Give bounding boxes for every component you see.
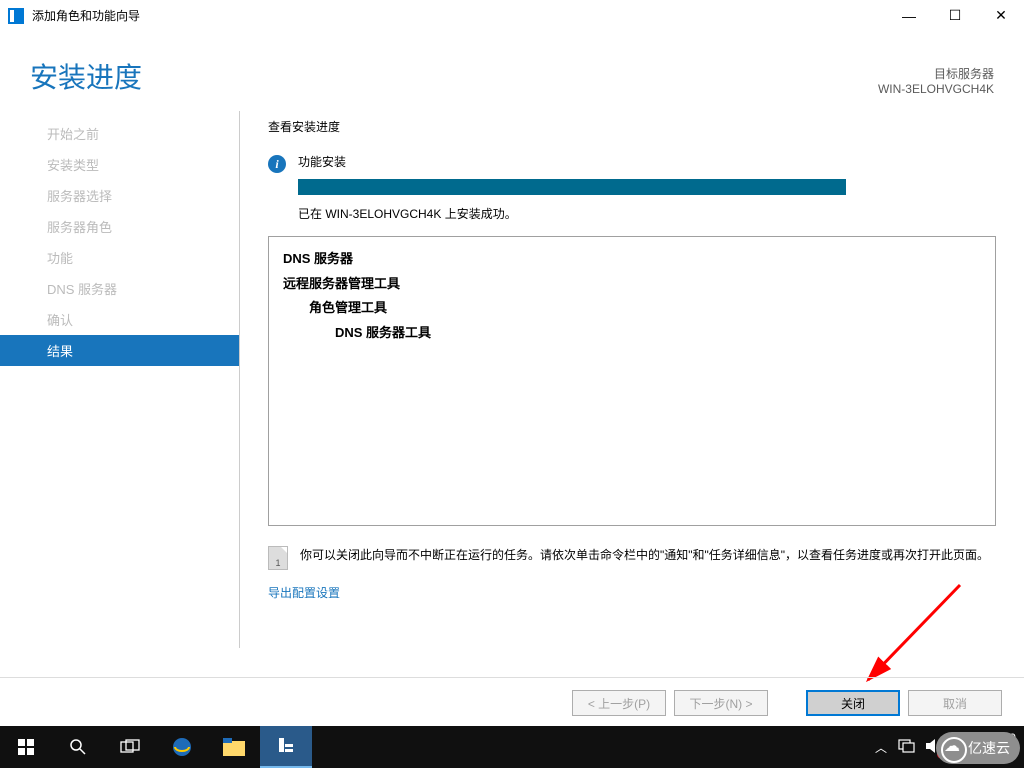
note-text: 你可以关闭此向导而不中断正在运行的任务。请依次单击命令栏中的"通知"和"任务详细… bbox=[300, 546, 989, 570]
window-title: 添加角色和功能向导 bbox=[32, 7, 140, 24]
target-value: WIN-3ELOHVGCH4K bbox=[878, 82, 994, 96]
ie-icon[interactable] bbox=[156, 726, 208, 768]
close-button[interactable]: ✕ bbox=[978, 0, 1024, 32]
close-wizard-button[interactable]: 关闭 bbox=[806, 690, 900, 716]
windows-taskbar[interactable]: ︿ ✕ 中 20:39 2019/ bbox=[0, 726, 1024, 768]
next-button: 下一步(N) > bbox=[674, 690, 768, 716]
network-icon[interactable] bbox=[897, 738, 915, 757]
target-label: 目标服务器 bbox=[878, 65, 994, 82]
maximize-button[interactable]: ☐ bbox=[932, 0, 978, 32]
feature-line: 角色管理工具 bbox=[283, 296, 981, 321]
features-list: DNS 服务器 远程服务器管理工具 角色管理工具 DNS 服务器工具 bbox=[268, 236, 996, 526]
cancel-button: 取消 bbox=[908, 690, 1002, 716]
search-icon[interactable] bbox=[52, 726, 104, 768]
explorer-icon[interactable] bbox=[208, 726, 260, 768]
sidebar-item-features: 功能 bbox=[22, 242, 240, 273]
app-icon bbox=[8, 8, 24, 24]
feature-line: 远程服务器管理工具 bbox=[283, 272, 981, 297]
start-button[interactable] bbox=[0, 726, 52, 768]
export-config-link[interactable]: 导出配置设置 bbox=[268, 584, 340, 601]
progress-bar bbox=[298, 179, 846, 195]
page-title: 安装进度 bbox=[30, 56, 142, 96]
server-manager-icon[interactable] bbox=[260, 726, 312, 768]
sidebar-item-confirm: 确认 bbox=[22, 304, 240, 335]
window-titlebar: 添加角色和功能向导 — ☐ ✕ bbox=[0, 0, 1024, 32]
wizard-content: 查看安装进度 i 功能安装 已在 WIN-3ELOHVGCH4K 上安装成功。 … bbox=[240, 108, 1024, 648]
info-icon: i bbox=[268, 155, 286, 173]
sidebar-item-before: 开始之前 bbox=[22, 118, 240, 149]
feature-line: DNS 服务器 bbox=[283, 247, 981, 272]
sidebar-item-server-select: 服务器选择 bbox=[22, 180, 240, 211]
target-server-info: 目标服务器 WIN-3ELOHVGCH4K bbox=[878, 65, 994, 96]
tray-chevron-icon[interactable]: ︿ bbox=[875, 739, 887, 756]
wizard-footer: < 上一步(P) 下一步(N) > 关闭 取消 bbox=[0, 677, 1024, 716]
sidebar-item-dns: DNS 服务器 bbox=[22, 273, 240, 304]
sidebar-item-results: 结果 bbox=[0, 335, 240, 366]
sidebar-item-server-roles: 服务器角色 bbox=[22, 211, 240, 242]
feature-line: DNS 服务器工具 bbox=[283, 321, 981, 346]
content-subtitle: 查看安装进度 bbox=[268, 118, 996, 135]
minimize-button[interactable]: — bbox=[886, 0, 932, 32]
watermark-badge: 亿速云 bbox=[936, 732, 1020, 764]
task-view-icon[interactable] bbox=[104, 726, 156, 768]
wizard-header: 安装进度 目标服务器 WIN-3ELOHVGCH4K bbox=[0, 32, 1024, 108]
sidebar-item-install-type: 安装类型 bbox=[22, 149, 240, 180]
success-message: 已在 WIN-3ELOHVGCH4K 上安装成功。 bbox=[298, 205, 996, 222]
prev-button: < 上一步(P) bbox=[572, 690, 666, 716]
wizard-sidebar: 开始之前 安装类型 服务器选择 服务器角色 功能 DNS 服务器 确认 结果 bbox=[0, 108, 240, 648]
note-flag-icon: 1 bbox=[268, 546, 288, 570]
status-text: 功能安装 bbox=[298, 153, 346, 170]
